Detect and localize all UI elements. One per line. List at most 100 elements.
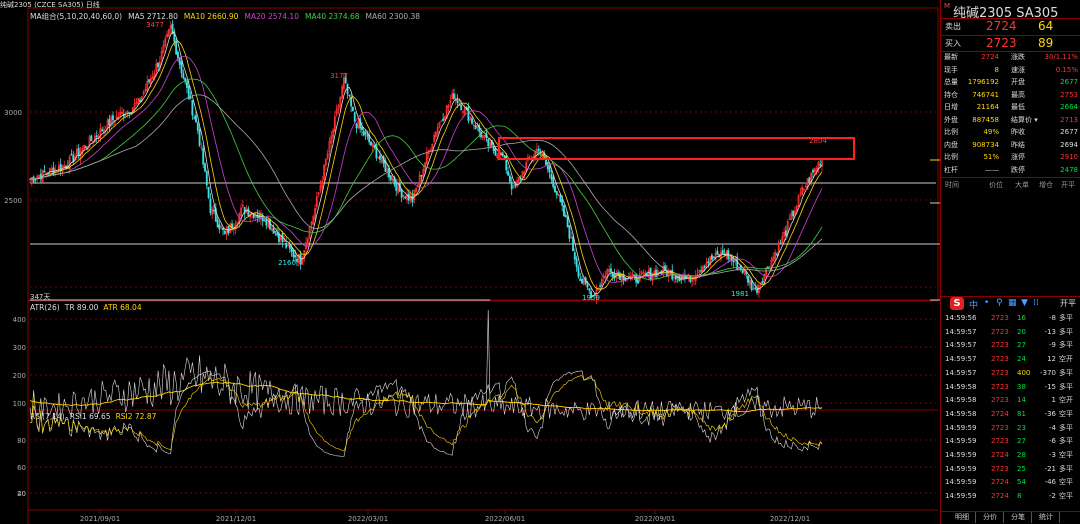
candle-body xyxy=(453,93,455,99)
ma-legend-item-1: MA5 2712.80 xyxy=(128,12,178,21)
candle-body xyxy=(507,171,510,176)
keyboard-icon[interactable]: ▦ xyxy=(1008,298,1017,308)
tick-row[interactable]: 14:59:58 2723 14 1 空开 xyxy=(941,394,1080,408)
grid-icon[interactable]: ⁞⁞ xyxy=(1033,298,1039,308)
rsi-legend-item-1: RSI1 69.65 xyxy=(69,412,111,421)
candle-body xyxy=(564,215,567,218)
kline-chart[interactable]: 30002500400300200100806040202021/09/01 20… xyxy=(0,0,940,524)
tab-2[interactable]: 分笔 xyxy=(1005,512,1032,523)
tick-row[interactable]: 14:59:59 2723 27 -6 多平 xyxy=(941,435,1080,449)
tab-0[interactable]: 明细 xyxy=(949,512,976,523)
tick-row[interactable]: 14:59:59 2723 23 -4 多平 xyxy=(941,422,1080,436)
candle-body xyxy=(265,220,268,226)
quote-value: —— xyxy=(985,165,999,174)
candle-body xyxy=(792,210,795,217)
period-label[interactable]: 日线 xyxy=(86,1,100,9)
quote-value: 51% xyxy=(983,153,999,161)
tick-row[interactable]: 14:59:59 2724 28 -3 空平 xyxy=(941,449,1080,463)
candle-body xyxy=(750,280,753,290)
candle-body xyxy=(812,169,814,173)
rsi-y-tick-label: 80 xyxy=(17,437,26,445)
sell-row[interactable]: 卖出 2724 64 xyxy=(941,18,1080,35)
tick-row[interactable]: 14:59:59 2724 54 -46 空平 xyxy=(941,476,1080,490)
tick-cell: -9 xyxy=(1049,341,1056,350)
tick-row[interactable]: 14:59:59 2724 8 -2 空平 xyxy=(941,490,1080,504)
candle-body xyxy=(588,288,591,291)
tick-cell: -8 xyxy=(1049,314,1056,322)
atr-y-tick-label: 400 xyxy=(13,316,26,324)
tick-row[interactable]: 14:59:57 2723 27 -9 多平 xyxy=(941,339,1080,353)
tab-3[interactable]: 统计 xyxy=(1033,512,1060,523)
tick-cell: 多平 xyxy=(1059,423,1073,432)
quote-label: 最低 xyxy=(1011,103,1025,111)
quote-value: 49% xyxy=(983,128,999,136)
tick-cell: 28 xyxy=(1017,451,1026,459)
ma-legend-item-0: MA组合(5,10,20,40,60,0) xyxy=(30,12,123,21)
candle-body xyxy=(572,236,574,251)
tick-row[interactable]: 14:59:57 2723 24 12 空开 xyxy=(941,353,1080,367)
tick-cell: 27 xyxy=(1017,341,1026,350)
candle-body xyxy=(563,204,565,217)
candle-body xyxy=(191,100,194,116)
candle-body xyxy=(609,268,612,272)
price-annotation: 3477 xyxy=(146,21,164,29)
tick-row[interactable]: 14:59:59 2723 25 -21 多平 xyxy=(941,463,1080,477)
quote-label: 涨跌 xyxy=(1011,53,1025,61)
tick-header-cell: 价位 xyxy=(989,181,1003,189)
tick-cell: 2723 xyxy=(991,341,1009,350)
chinese-input-icon[interactable]: 中 xyxy=(969,298,978,311)
candle-body xyxy=(157,62,160,68)
sogou-s-icon[interactable]: S xyxy=(950,297,964,310)
candle-body xyxy=(555,191,558,195)
quote-value: 2910 xyxy=(1060,153,1078,161)
market-mark: M xyxy=(944,2,951,10)
tick-cell: 多平 xyxy=(1059,314,1073,322)
quote-label: 昨结 xyxy=(1011,140,1025,149)
tick-row[interactable]: 14:59:57 2723 400 -370 多平 xyxy=(941,367,1080,381)
candle-body xyxy=(747,275,749,283)
moon-icon[interactable]: • xyxy=(984,298,989,308)
quote-value: 2677 xyxy=(1060,78,1078,86)
tick-cell: 多平 xyxy=(1059,341,1073,350)
x-tick-label: 2021/12/01 xyxy=(216,515,256,523)
y-tick-label: 3000 xyxy=(4,109,22,117)
candle-body xyxy=(112,115,114,121)
candle-body xyxy=(561,199,564,206)
tick-row[interactable]: 14:59:57 2723 20 -13 多平 xyxy=(941,326,1080,340)
tick-row[interactable]: 14:59:56 2723 16 -8 多平 xyxy=(941,312,1080,326)
shirt-icon[interactable]: ▼ xyxy=(1021,298,1028,308)
candle-body xyxy=(346,84,349,94)
rsi-y-tick-label: 20 xyxy=(17,490,26,498)
quote-label: 结算价 ▾ xyxy=(1011,115,1038,124)
tab-1[interactable]: 分价 xyxy=(977,512,1004,523)
candle-body xyxy=(204,163,206,172)
sell-volume: 64 xyxy=(1038,19,1054,33)
tick-row[interactable]: 14:59:58 2724 81 -36 空平 xyxy=(941,408,1080,422)
candle-body xyxy=(510,181,513,190)
atr-legend-item-2: ATR 68.04 xyxy=(103,303,142,312)
candle-body xyxy=(703,265,706,268)
candle-body xyxy=(548,166,551,173)
candle-body xyxy=(148,79,151,83)
tick-cell: 20 xyxy=(1017,327,1026,336)
candle-body xyxy=(95,135,98,137)
tick-cell: 2724 xyxy=(991,478,1009,487)
tick-cell: 2723 xyxy=(991,423,1009,432)
quote-value: 887458 xyxy=(972,115,999,124)
candle-body xyxy=(577,266,580,277)
quote-value: 0.15% xyxy=(1055,65,1078,74)
candle-body xyxy=(775,253,778,256)
tick-cell: 2723 xyxy=(991,464,1009,473)
buy-row[interactable]: 买入 2723 89 xyxy=(941,35,1080,52)
quote-value: 2753 xyxy=(1060,90,1078,99)
quote-row: 日增 21164 最低 2664 xyxy=(941,102,1080,114)
tick-row[interactable]: 14:59:58 2723 38 -15 多平 xyxy=(941,381,1080,395)
tick-cell: -13 xyxy=(1044,327,1056,336)
candle-body xyxy=(808,177,811,183)
microphone-icon[interactable]: ⚲ xyxy=(996,298,1003,308)
candle-body xyxy=(712,256,715,259)
quote-value: 2664 xyxy=(1060,103,1078,111)
candle-body xyxy=(84,146,87,149)
ma-legend-item-3: MA20 2574.10 xyxy=(244,12,299,21)
tick-cell: 2724 xyxy=(991,409,1009,418)
